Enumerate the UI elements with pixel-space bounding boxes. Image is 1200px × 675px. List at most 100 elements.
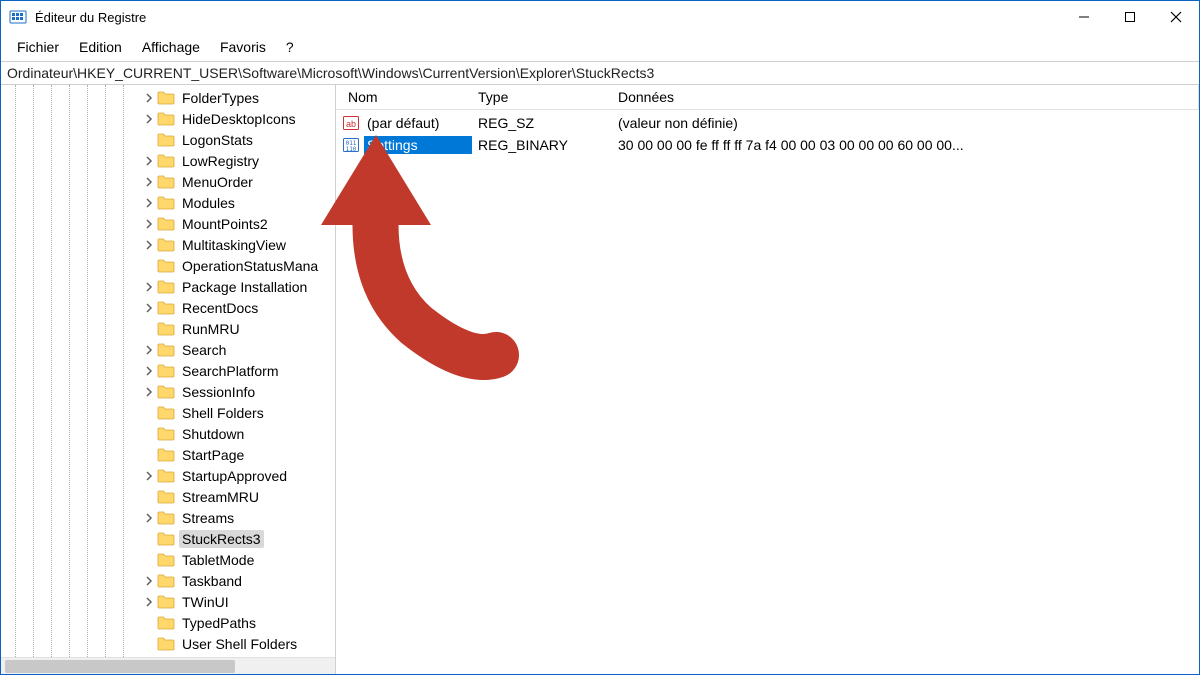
tree-item[interactable]: User Shell Folders xyxy=(1,633,335,654)
tree-item[interactable]: SearchPlatform xyxy=(1,360,335,381)
folder-icon xyxy=(157,468,175,483)
tree-item-label: StartPage xyxy=(179,446,247,464)
folder-icon xyxy=(157,174,175,189)
menu-edit[interactable]: Edition xyxy=(69,35,132,59)
tree-item-label: Taskband xyxy=(179,572,245,590)
expander-icon[interactable] xyxy=(143,386,155,398)
value-type: REG_BINARY xyxy=(472,137,612,153)
menu-view[interactable]: Affichage xyxy=(132,35,210,59)
folder-icon xyxy=(157,489,175,504)
value-name: Settings xyxy=(364,136,472,154)
column-header-name[interactable]: Nom xyxy=(342,85,472,109)
folder-icon xyxy=(157,237,175,252)
folder-icon xyxy=(157,447,175,462)
menubar: Fichier Edition Affichage Favoris ? xyxy=(1,33,1199,61)
folder-icon xyxy=(157,132,175,147)
folder-icon xyxy=(157,153,175,168)
tree-horizontal-scrollbar[interactable] xyxy=(1,657,335,674)
folder-icon xyxy=(157,279,175,294)
expander-icon[interactable] xyxy=(143,197,155,209)
folder-icon xyxy=(157,636,175,651)
tree-item[interactable]: OperationStatusMana xyxy=(1,255,335,276)
expander-icon[interactable] xyxy=(143,281,155,293)
tree-pane: FolderTypesHideDesktopIcons LogonStatsLow… xyxy=(1,85,336,674)
tree-item[interactable]: LowRegistry xyxy=(1,150,335,171)
tree-item[interactable]: Modules xyxy=(1,192,335,213)
folder-icon xyxy=(157,615,175,630)
minimize-button[interactable] xyxy=(1061,1,1107,33)
value-type: REG_SZ xyxy=(472,115,612,131)
tree-item-label: Shell Folders xyxy=(179,404,267,422)
values-list[interactable]: ab(par défaut)REG_SZ(valeur non définie)… xyxy=(336,110,1199,674)
tree-item[interactable]: MultitaskingView xyxy=(1,234,335,255)
expander-icon[interactable] xyxy=(143,470,155,482)
expander-icon[interactable] xyxy=(143,92,155,104)
tree-item[interactable]: Shell Folders xyxy=(1,402,335,423)
tree-item-label: StreamMRU xyxy=(179,488,262,506)
folder-icon xyxy=(157,90,175,105)
expander-icon[interactable] xyxy=(143,344,155,356)
menu-help[interactable]: ? xyxy=(276,35,304,59)
binary-value-icon: 011110 xyxy=(342,136,360,154)
tree-item-label: FolderTypes xyxy=(179,89,262,107)
titlebar: Éditeur du Registre xyxy=(1,1,1199,33)
folder-icon xyxy=(157,531,175,546)
tree-item[interactable]: StuckRects3 xyxy=(1,528,335,549)
tree-item[interactable]: TypedPaths xyxy=(1,612,335,633)
expander-icon[interactable] xyxy=(143,113,155,125)
folder-icon xyxy=(157,510,175,525)
tree-item[interactable]: TWinUI xyxy=(1,591,335,612)
expander-icon[interactable] xyxy=(143,302,155,314)
expander-icon[interactable] xyxy=(143,512,155,524)
tree-item[interactable]: StartPage xyxy=(1,444,335,465)
tree-item[interactable]: Search xyxy=(1,339,335,360)
value-data: (valeur non définie) xyxy=(612,115,1199,131)
expander-icon[interactable] xyxy=(143,596,155,608)
menu-file[interactable]: Fichier xyxy=(7,35,69,59)
folder-icon xyxy=(157,342,175,357)
tree-item[interactable]: Taskband xyxy=(1,570,335,591)
tree-item[interactable]: HideDesktopIcons xyxy=(1,108,335,129)
main-split: FolderTypesHideDesktopIcons LogonStatsLow… xyxy=(1,85,1199,674)
column-header-type[interactable]: Type xyxy=(472,85,612,109)
folder-icon xyxy=(157,426,175,441)
tree-item[interactable]: Package Installation xyxy=(1,276,335,297)
tree-item[interactable]: TabletMode xyxy=(1,549,335,570)
folder-icon xyxy=(157,258,175,273)
menu-favorites[interactable]: Favoris xyxy=(210,35,276,59)
tree-item-label: StartupApproved xyxy=(179,467,290,485)
svg-text:110: 110 xyxy=(346,146,357,153)
tree-item[interactable]: Shutdown xyxy=(1,423,335,444)
close-button[interactable] xyxy=(1153,1,1199,33)
maximize-button[interactable] xyxy=(1107,1,1153,33)
tree-scroll[interactable]: FolderTypesHideDesktopIcons LogonStatsLow… xyxy=(1,85,335,657)
scrollbar-thumb[interactable] xyxy=(5,660,235,673)
tree-item[interactable]: FolderTypes xyxy=(1,87,335,108)
expander-icon[interactable] xyxy=(143,176,155,188)
expander-icon[interactable] xyxy=(143,365,155,377)
tree-item-label: LogonStats xyxy=(179,131,256,149)
expander-icon[interactable] xyxy=(143,155,155,167)
folder-icon xyxy=(157,195,175,210)
tree-item[interactable]: MenuOrder xyxy=(1,171,335,192)
app-icon xyxy=(9,8,27,26)
tree-item-label: Shutdown xyxy=(179,425,247,443)
registry-editor-window: Éditeur du Registre Fichier Edition Affi… xyxy=(0,0,1200,675)
tree-item[interactable]: StartupApproved xyxy=(1,465,335,486)
tree-item[interactable]: LogonStats xyxy=(1,129,335,150)
value-row[interactable]: ab(par défaut)REG_SZ(valeur non définie) xyxy=(336,112,1199,134)
tree-item-label: SearchPlatform xyxy=(179,362,281,380)
tree-item[interactable]: MountPoints2 xyxy=(1,213,335,234)
tree-item[interactable]: StreamMRU xyxy=(1,486,335,507)
tree-item[interactable]: RunMRU xyxy=(1,318,335,339)
address-bar[interactable]: Ordinateur\HKEY_CURRENT_USER\Software\Mi… xyxy=(1,61,1199,85)
tree-item[interactable]: Streams xyxy=(1,507,335,528)
expander-icon[interactable] xyxy=(143,575,155,587)
address-path: Ordinateur\HKEY_CURRENT_USER\Software\Mi… xyxy=(7,65,654,81)
expander-icon[interactable] xyxy=(143,239,155,251)
expander-icon[interactable] xyxy=(143,218,155,230)
value-row[interactable]: 011110SettingsREG_BINARY30 00 00 00 fe f… xyxy=(336,134,1199,156)
tree-item[interactable]: SessionInfo xyxy=(1,381,335,402)
tree-item[interactable]: RecentDocs xyxy=(1,297,335,318)
column-header-data[interactable]: Données xyxy=(612,85,1199,109)
